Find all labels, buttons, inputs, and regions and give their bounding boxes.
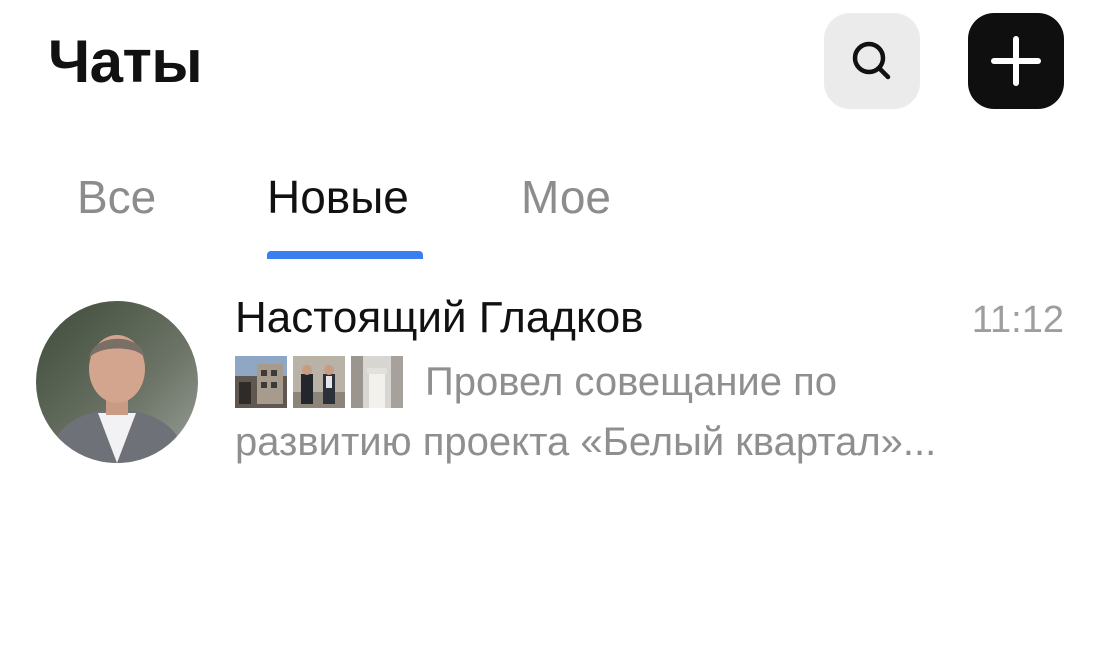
preview-text-line-2: развитию проекта «Белый квартал»... (235, 420, 937, 464)
chat-time: 11:12 (971, 299, 1064, 341)
chats-screen: Чаты Все Новые Мое Настоящий Гладков 11:… (0, 0, 1100, 647)
chat-name: Настоящий Гладков (235, 293, 644, 342)
chat-filter-tabs: Все Новые Мое (0, 165, 1100, 265)
photo-thumbnail (235, 356, 287, 408)
attachment-thumbnails (235, 356, 403, 408)
search-icon (852, 41, 891, 80)
page-title: Чаты (48, 28, 203, 95)
photo-thumbnail (351, 356, 403, 408)
new-chat-button[interactable] (968, 13, 1064, 109)
tab-mine[interactable]: Мое (521, 165, 611, 229)
preview-text-line-1: Провел совещание по (425, 360, 838, 404)
tab-all[interactable]: Все (77, 165, 156, 229)
tab-new[interactable]: Новые (267, 165, 409, 229)
search-button[interactable] (824, 13, 920, 109)
photo-thumbnail (293, 356, 345, 408)
chat-list-item[interactable]: Настоящий Гладков 11:12 Провел совещание… (0, 290, 1100, 480)
plus-icon (991, 36, 1041, 86)
avatar-photo (36, 301, 198, 463)
active-tab-indicator (267, 251, 423, 259)
avatar (36, 301, 198, 463)
